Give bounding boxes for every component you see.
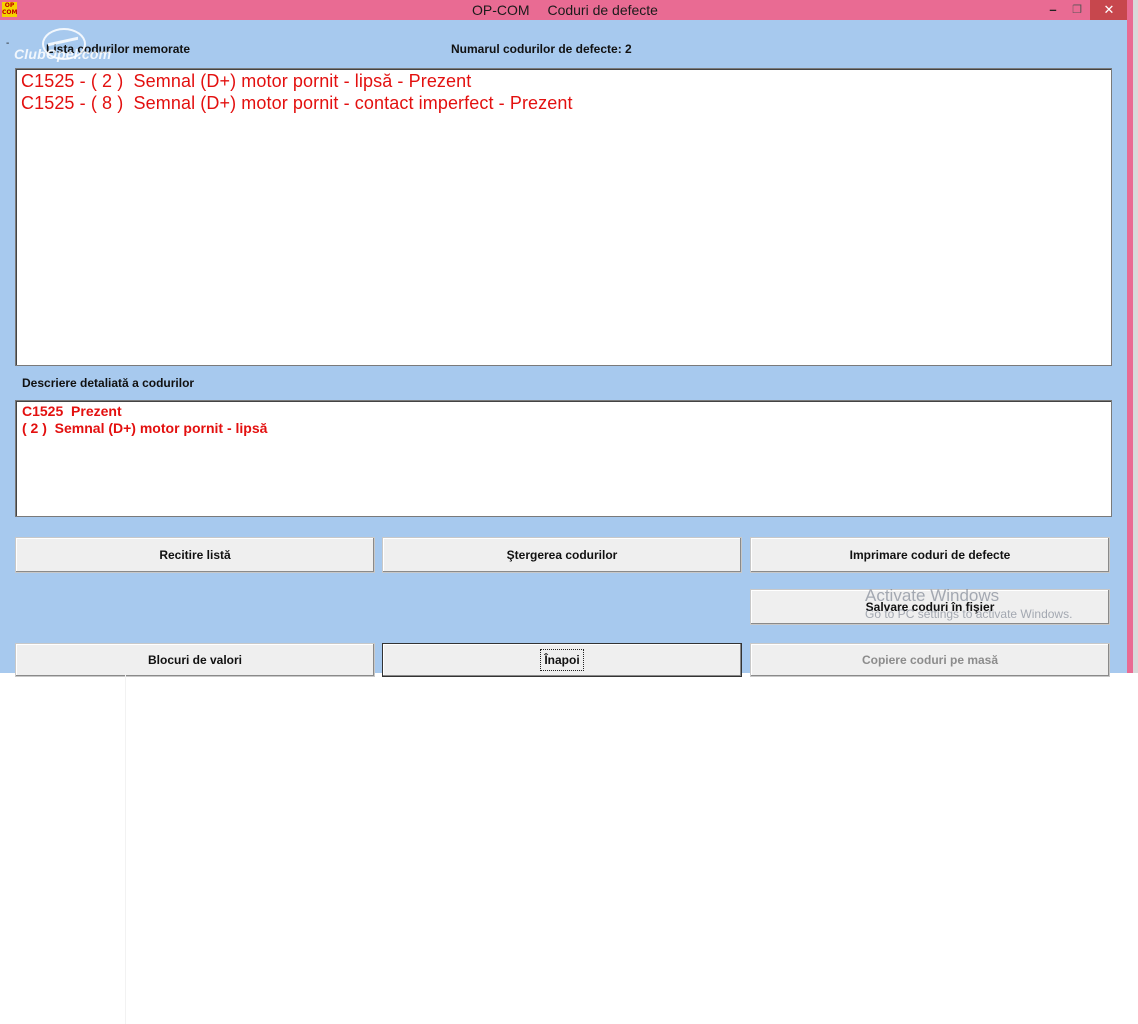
window-title: OP-COM Coduri de defecte <box>0 2 1130 18</box>
clear-codes-button[interactable]: Ştergerea codurilor <box>382 537 742 573</box>
print-codes-button[interactable]: Imprimare coduri de defecte <box>750 537 1110 573</box>
detailed-description-label: Descriere detaliată a codurilor <box>22 376 195 390</box>
main-window-client: - ClubOpel.com Lista codurilor memorate … <box>0 20 1127 677</box>
dash-marker: - <box>6 38 10 49</box>
save-codes-button[interactable]: Salvare coduri în fişier <box>750 589 1110 625</box>
scrollbar-edge <box>1133 0 1138 673</box>
title-bar: OP COM OP-COM Coduri de defecte – ❐ ✕ <box>0 0 1130 20</box>
reread-list-label: Recitire listă <box>159 548 231 562</box>
copy-to-clipboard-button[interactable]: Copiere coduri pe masă <box>750 643 1110 677</box>
back-label: Înapoi <box>540 649 584 671</box>
fault-code-item[interactable]: C1525 - ( 8 ) Semnal (D+) motor pornit -… <box>21 93 573 114</box>
back-button[interactable]: Înapoi <box>382 643 742 677</box>
code-count-label: Numarul codurilor de defecte: 2 <box>451 42 632 56</box>
clear-codes-label: Ştergerea codurilor <box>506 548 618 562</box>
watermark-text: ClubOpel.com <box>14 46 112 62</box>
fault-code-item[interactable]: C1525 - ( 2 ) Semnal (D+) motor pornit -… <box>21 71 471 92</box>
title-app-name: OP-COM <box>472 2 530 18</box>
description-line: C1525 Prezent <box>22 403 122 419</box>
print-codes-label: Imprimare coduri de defecte <box>849 548 1011 562</box>
value-blocks-label: Blocuri de valori <box>147 653 243 667</box>
title-screen-name: Coduri de defecte <box>547 2 658 18</box>
reread-list-button[interactable]: Recitire listă <box>15 537 375 573</box>
save-codes-label: Salvare coduri în fişier <box>865 600 995 614</box>
code-description-box[interactable]: C1525 Prezent ( 2 ) Semnal (D+) motor po… <box>15 400 1112 517</box>
value-blocks-button[interactable]: Blocuri de valori <box>15 643 375 677</box>
background-divider <box>125 673 126 1024</box>
maximize-button[interactable]: ❐ <box>1066 0 1088 20</box>
fault-codes-list[interactable]: C1525 - ( 2 ) Semnal (D+) motor pornit -… <box>15 68 1112 366</box>
minimize-button[interactable]: – <box>1040 0 1066 20</box>
clubopel-watermark-logo: ClubOpel.com <box>14 28 134 70</box>
copy-to-clipboard-label: Copiere coduri pe masă <box>861 653 999 667</box>
description-line: ( 2 ) Semnal (D+) motor pornit - lipsă <box>22 420 268 436</box>
close-button[interactable]: ✕ <box>1090 0 1128 20</box>
